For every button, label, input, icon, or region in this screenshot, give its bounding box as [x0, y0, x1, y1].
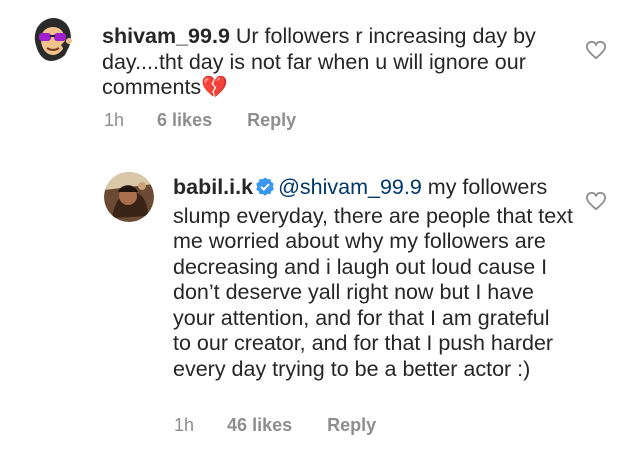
verified-badge-icon	[255, 177, 275, 204]
avatar-photo-icon	[104, 172, 154, 222]
comment-time: 1h	[174, 415, 195, 435]
comment-meta: 1h 46 likes Reply	[174, 415, 376, 436]
comment-meta: 1h 6 likes Reply	[104, 110, 296, 131]
comment-thread: shivam_99.9 Ur followers r increasing da…	[0, 0, 640, 454]
avatar-cartoon-icon	[26, 12, 78, 64]
comment-body: shivam_99.9 Ur followers r increasing da…	[102, 24, 572, 101]
comment-text: my followers slump everyday, there are p…	[173, 175, 573, 381]
mention-link[interactable]: @shivam_99.9	[278, 175, 422, 199]
avatar[interactable]	[25, 11, 79, 65]
like-heart-icon[interactable]	[585, 191, 607, 211]
comment-likes[interactable]: 46 likes	[227, 415, 292, 436]
reply-button[interactable]: Reply	[327, 415, 376, 436]
comment-body: babil.i.k @shivam_99.9 my followers slump…	[173, 175, 573, 382]
broken-heart-emoji: 💔	[201, 75, 228, 99]
reply-button[interactable]: Reply	[247, 110, 296, 131]
avatar[interactable]	[104, 172, 154, 222]
comment-username[interactable]: shivam_99.9	[102, 24, 230, 48]
like-heart-icon[interactable]	[585, 40, 607, 60]
comment-username[interactable]: babil.i.k	[173, 175, 253, 199]
comment-likes[interactable]: 6 likes	[157, 110, 212, 131]
comment-time: 1h	[104, 110, 125, 130]
